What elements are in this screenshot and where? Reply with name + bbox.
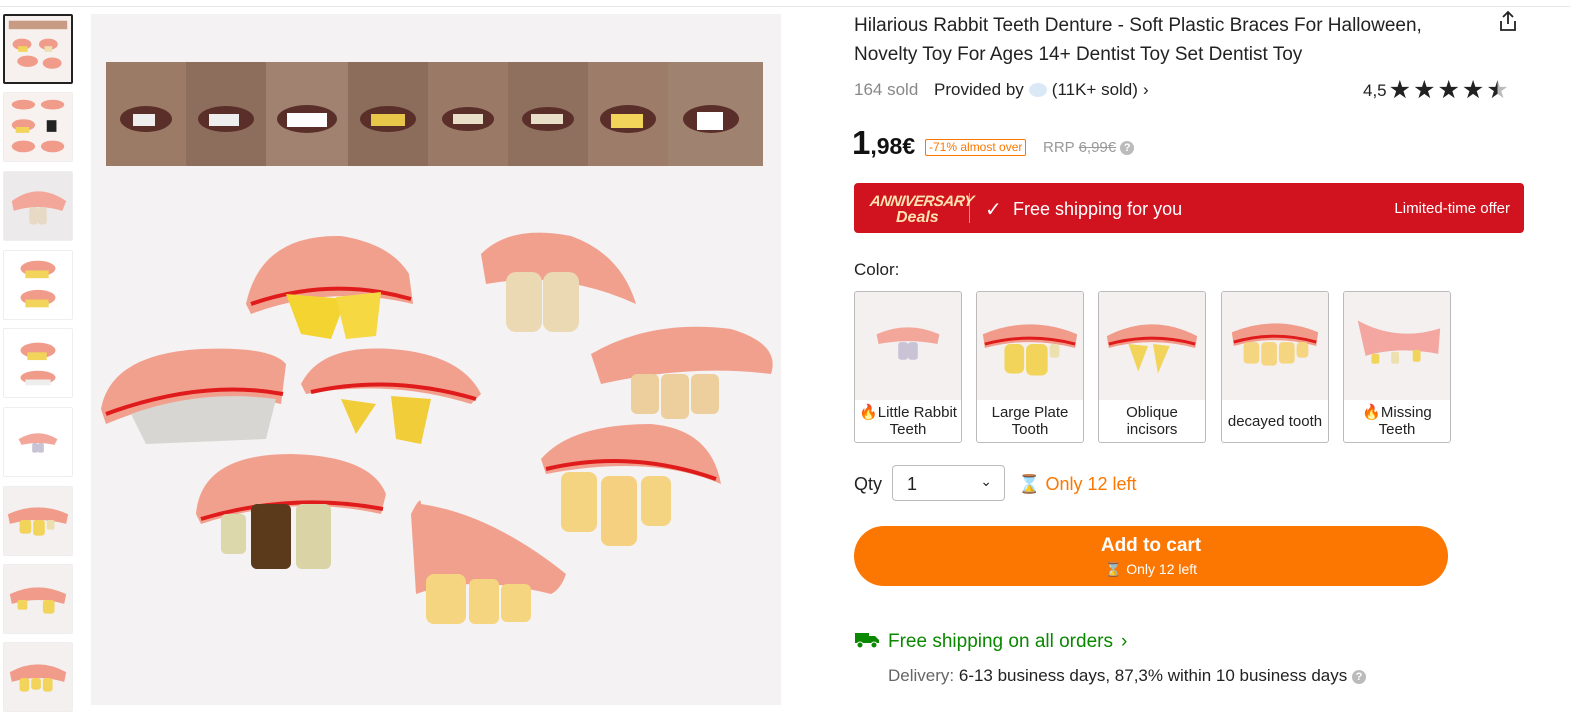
- add-to-cart-button[interactable]: Add to cart ⌛ Only 12 left: [854, 526, 1448, 586]
- hourglass-icon: ⌛: [1104, 561, 1123, 577]
- sold-count: 164 sold: [854, 80, 919, 99]
- chevron-down-icon: ⌄: [980, 473, 992, 489]
- product-title: Hilarious Rabbit Teeth Denture - Soft Pl…: [854, 15, 1422, 65]
- delivery-info: Delivery: 6-13 business days, 87,3% with…: [888, 666, 1366, 686]
- star-icon: ★: [1461, 76, 1485, 104]
- main-product-image[interactable]: [91, 14, 781, 705]
- color-option-label: Missing Teeth: [1378, 404, 1432, 438]
- star-icon: ★: [1437, 76, 1460, 104]
- delivery-label: Delivery:: [888, 666, 955, 685]
- store-logo: [1028, 83, 1047, 97]
- add-to-cart-label: Add to cart: [1100, 535, 1202, 556]
- provided-by-label: Provided by: [934, 80, 1024, 99]
- color-option-little-rabbit-teeth[interactable]: 🔥Little Rabbit Teeth: [854, 291, 962, 443]
- discount-badge: -71% almost over: [925, 139, 1027, 156]
- color-option-label: decayed tooth: [1227, 412, 1323, 430]
- rrp-label: RRP: [1043, 139, 1075, 156]
- top-divider: [0, 6, 1570, 7]
- thumbnail[interactable]: [3, 407, 73, 477]
- thumbnail[interactable]: [3, 14, 73, 84]
- rrp-value: 6,99€: [1078, 139, 1117, 156]
- limited-offer-text: Limited-time offer: [1394, 200, 1510, 217]
- color-option-missing-teeth[interactable]: 🔥Missing Teeth: [1343, 291, 1451, 443]
- anniversary-deals-logo: ANNIVERSARY Deals: [868, 193, 975, 226]
- quantity-select[interactable]: 1 ⌄: [892, 465, 1005, 501]
- star-icon: ★: [1388, 76, 1412, 104]
- rrp: RRP 6,99€ ?: [1043, 139, 1135, 156]
- color-option-large-plate-tooth[interactable]: Large Plate Tooth: [976, 291, 1084, 443]
- price-decimal: ,98€: [870, 133, 916, 159]
- store-link[interactable]: Provided by (11K+ sold) ›: [934, 80, 1149, 100]
- delivery-value: 6-13 business days, 87,3% within 10 busi…: [958, 666, 1348, 685]
- thumbnail[interactable]: [3, 642, 73, 712]
- free-shipping-title: Free shipping on all orders: [888, 631, 1113, 652]
- check-icon: ✓: [985, 199, 1002, 221]
- thumbnail[interactable]: [3, 250, 73, 320]
- thumbnail[interactable]: [3, 171, 73, 241]
- faces-strip: [106, 62, 763, 166]
- color-label: Color:: [854, 260, 900, 279]
- store-sold: (11K+ sold): [1051, 80, 1138, 99]
- rating-value: 4,5: [1363, 80, 1387, 100]
- thumbnail[interactable]: [3, 564, 73, 634]
- chevron-right-icon: ›: [1120, 631, 1128, 652]
- promo-banner: ANNIVERSARY Deals ✓ Free shipping for yo…: [854, 183, 1524, 233]
- free-shipping-text: Free shipping for you: [1013, 199, 1183, 219]
- truck-icon: [854, 629, 880, 655]
- color-option-oblique-incisors[interactable]: Oblique incisors: [1098, 291, 1206, 443]
- star-icon: ★: [1413, 76, 1436, 104]
- cart-stock-note: ⌛ Only 12 left: [1104, 561, 1198, 577]
- help-icon[interactable]: ?: [1352, 669, 1366, 684]
- color-option-label: Oblique incisors: [1126, 404, 1178, 438]
- price: 1 ,98€: [852, 124, 915, 162]
- qty-value: 1: [907, 474, 918, 494]
- chevron-right-icon: ›: [1142, 80, 1149, 99]
- color-option-decayed-tooth[interactable]: decayed tooth: [1221, 291, 1329, 443]
- thumbnail[interactable]: [3, 92, 73, 162]
- banner-divider: [969, 193, 970, 223]
- price-integer: 1: [852, 124, 871, 161]
- help-icon[interactable]: ?: [1120, 141, 1135, 156]
- rating[interactable]: 4,5 ★ ★ ★ ★ ★: [1363, 78, 1509, 103]
- color-option-label: Little Rabbit Teeth: [877, 404, 957, 438]
- half-star-icon: ★: [1486, 76, 1509, 104]
- flame-icon: 🔥: [1362, 404, 1381, 421]
- qty-label: Qty: [854, 474, 883, 494]
- hourglass-icon: ⌛: [1018, 474, 1041, 494]
- share-icon[interactable]: [1496, 9, 1520, 33]
- thumbnail[interactable]: [3, 328, 73, 398]
- color-option-label: Large Plate Tooth: [991, 404, 1069, 438]
- free-shipping-link[interactable]: Free shipping on all orders ›: [854, 629, 1127, 655]
- stock-note: ⌛ Only 12 left: [1018, 474, 1137, 494]
- flame-icon: 🔥: [859, 404, 878, 421]
- thumbnail[interactable]: [3, 486, 73, 556]
